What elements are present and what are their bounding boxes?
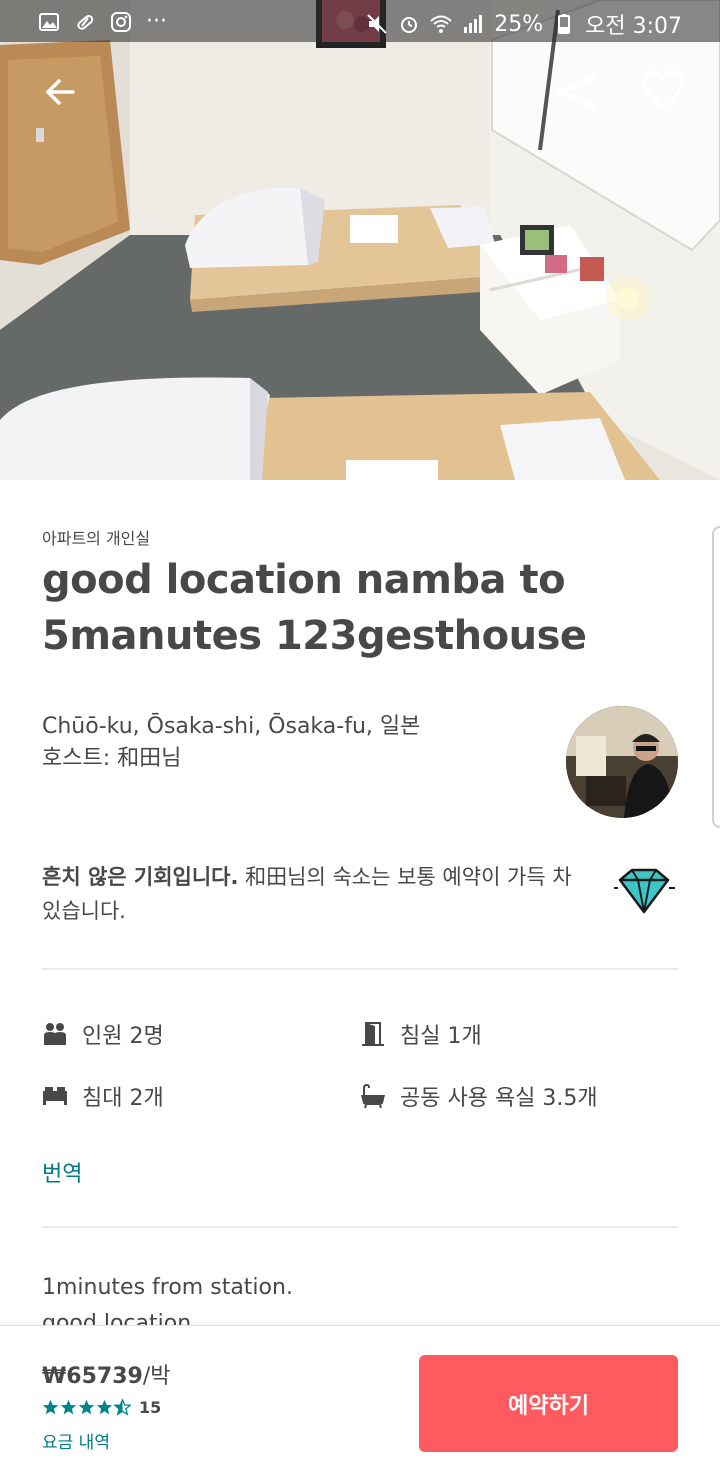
listing-description: 1minutes from station. good location [42,1270,293,1325]
back-button[interactable] [32,64,88,120]
amenity-guests-label: 인원 2명 [82,1024,164,1049]
star-icon [42,1399,59,1415]
mute-icon [367,14,387,34]
listing-details: 아파트의 개인실 good location namba to 5manutes… [0,480,720,1325]
listing-photo[interactable] [0,0,720,480]
amenity-guests: 인원 2명 [42,1018,164,1050]
price-unit: /박 [142,1364,171,1389]
booking-bar: ₩65739/박 15 요금 내역 예약하기 [0,1325,720,1480]
room-photo-illustration [0,0,720,480]
translate-link[interactable]: 번역 [42,1156,82,1188]
gallery-icon [39,12,59,31]
signal-icon [464,15,483,33]
status-bar: ··· 25% 오전 3:07 [0,0,720,42]
listing-title: good location namba to 5manutes 123gesth… [42,557,587,659]
price-detail-link[interactable]: 요금 내역 [42,1428,110,1453]
rating[interactable]: 15 [42,1398,161,1417]
star-icon [96,1399,113,1415]
amenity-beds: 침대 2개 [42,1080,164,1112]
rare-find-notice: 흔치 않은 기회입니다. 和田님의 숙소는 보통 예약이 가득 차 있습니다. [42,860,582,928]
nightly-price: ₩65739/박 [42,1358,170,1390]
diamond-icon [614,868,675,914]
amenity-baths: 공동 사용 욕실 3.5개 [360,1080,598,1112]
alarm-icon [401,17,418,33]
room-type: 아파트의 개인실 [42,529,151,548]
host-avatar[interactable] [566,706,678,818]
half-star-icon [114,1399,131,1416]
host-name: 호스트: 和田님 [42,746,182,771]
wifi-icon [430,15,452,33]
amenity-baths-label: 공동 사용 욕실 3.5개 [400,1086,598,1111]
bathtub-icon [361,1083,385,1109]
door-icon [362,1022,384,1046]
description-line-2: good location [42,1311,192,1325]
section-divider [42,1226,678,1228]
heart-icon [642,70,684,109]
price-amount: ₩65739 [42,1364,143,1389]
description-line-1: 1minutes from station. [42,1275,293,1300]
pill-icon [77,14,94,30]
share-button[interactable] [548,64,604,120]
star-icon [78,1399,95,1415]
instagram-icon [111,11,131,32]
bed-icon [43,1087,67,1105]
section-divider [42,968,678,970]
arrow-left-icon [46,79,75,105]
share-icon [558,73,594,111]
more-notifications-icon: ··· [146,9,167,34]
book-button[interactable]: 예약하기 [419,1355,678,1452]
edge-panel-handle[interactable] [712,526,720,828]
guests-icon [44,1023,66,1045]
review-count: 15 [139,1398,162,1417]
save-to-wishlist-button[interactable] [635,62,691,118]
star-icon [60,1399,77,1415]
rare-find-heading: 흔치 않은 기회입니다. [42,865,239,889]
battery-percent: 25% [494,11,544,37]
amenity-bedrooms-label: 침실 1개 [400,1024,482,1049]
host-photo [566,706,678,818]
clock: 오전 3:07 [585,14,682,39]
amenity-beds-label: 침대 2개 [82,1086,164,1111]
star-rating [42,1399,131,1416]
amenity-bedrooms: 침실 1개 [360,1018,482,1050]
listing-location: Chūō-ku, Ōsaka-shi, Ōsaka-fu, 일본 [42,714,421,739]
battery-icon [558,14,571,34]
